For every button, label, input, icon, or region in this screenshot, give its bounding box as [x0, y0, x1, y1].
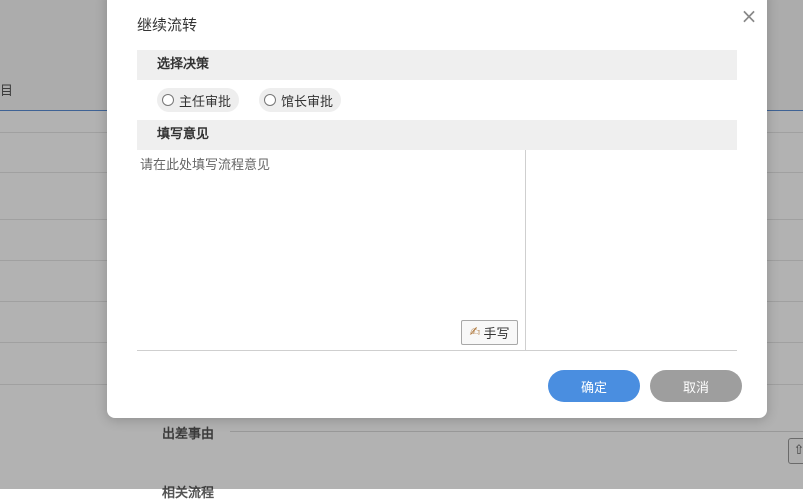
- handwrite-label: 手写: [483, 327, 510, 342]
- continue-flow-dialog: 继续流转 × 选择决策 主任审批 馆长审批 填写意见 ✍ 手写 确定 取消: [107, 0, 767, 418]
- handwrite-button[interactable]: ✍ 手写: [461, 320, 518, 345]
- confirm-button[interactable]: 确定: [548, 370, 640, 402]
- opinion-area: ✍ 手写: [137, 150, 737, 351]
- decision-options: 主任审批 馆长审批: [157, 88, 342, 112]
- close-icon[interactable]: ×: [739, 6, 759, 26]
- opinion-section-header: 填写意见: [137, 120, 737, 150]
- decision-option-curator[interactable]: 馆长审批: [259, 88, 342, 112]
- radio-icon[interactable]: [162, 94, 174, 106]
- radio-icon[interactable]: [264, 94, 277, 106]
- opinion-divider: [525, 150, 526, 350]
- decision-section-header: 选择决策: [137, 50, 737, 80]
- decision-option-director[interactable]: 主任审批: [157, 88, 240, 112]
- opinion-textarea[interactable]: [137, 150, 525, 348]
- pen-icon: ✍: [469, 325, 481, 340]
- dialog-title: 继续流转: [137, 16, 198, 34]
- cancel-button[interactable]: 取消: [650, 370, 742, 402]
- decision-option-label: 馆长审批: [281, 94, 334, 110]
- decision-option-label: 主任审批: [179, 94, 232, 110]
